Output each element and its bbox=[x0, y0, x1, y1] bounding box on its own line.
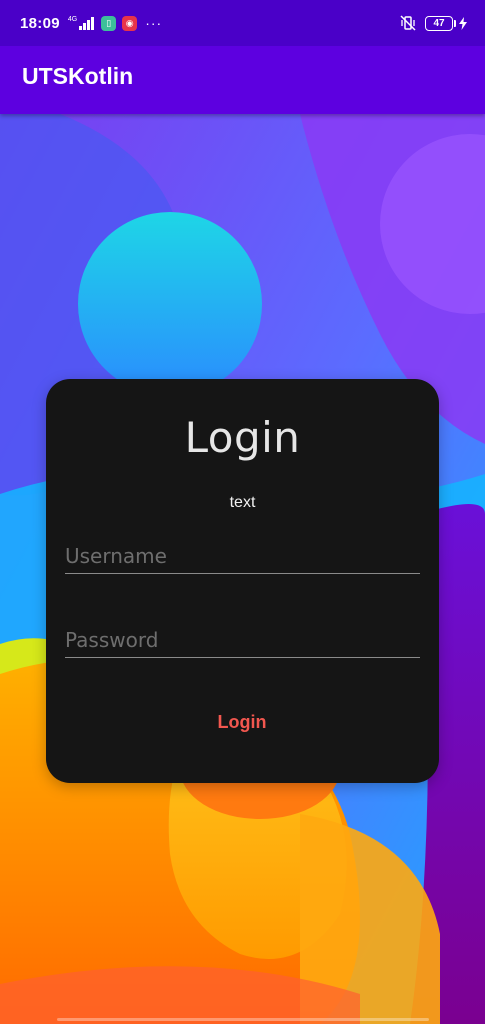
app-notification-icon: ▯ bbox=[101, 15, 117, 31]
app-screen: 18:09 4G ▯ ◉ ··· 47 UTSKotlin Login text… bbox=[0, 0, 485, 1024]
more-notifications-icon: ··· bbox=[145, 15, 163, 31]
password-input[interactable] bbox=[65, 622, 420, 658]
signal-icon: 4G bbox=[68, 16, 95, 30]
screen-record-icon: ◉ bbox=[122, 15, 138, 31]
app-bar: UTSKotlin bbox=[0, 37, 485, 114]
network-type-label: 4G bbox=[67, 16, 78, 23]
login-button[interactable]: Login bbox=[192, 700, 292, 744]
login-card: Login text Login bbox=[46, 379, 439, 783]
text-label: text bbox=[229, 494, 256, 511]
navigation-gesture-bar[interactable] bbox=[57, 1018, 429, 1021]
vibrate-icon bbox=[400, 15, 416, 31]
app-title: UTSKotlin bbox=[22, 63, 134, 89]
charging-bolt-icon bbox=[459, 16, 467, 30]
battery-icon: 47 bbox=[425, 15, 456, 31]
login-heading: Login bbox=[184, 413, 301, 462]
status-right-group: 47 bbox=[399, 14, 467, 32]
status-bar: 18:09 4G ▯ ◉ ··· 47 bbox=[0, 0, 485, 46]
username-input[interactable] bbox=[65, 538, 420, 574]
status-time: 18:09 bbox=[20, 14, 60, 32]
